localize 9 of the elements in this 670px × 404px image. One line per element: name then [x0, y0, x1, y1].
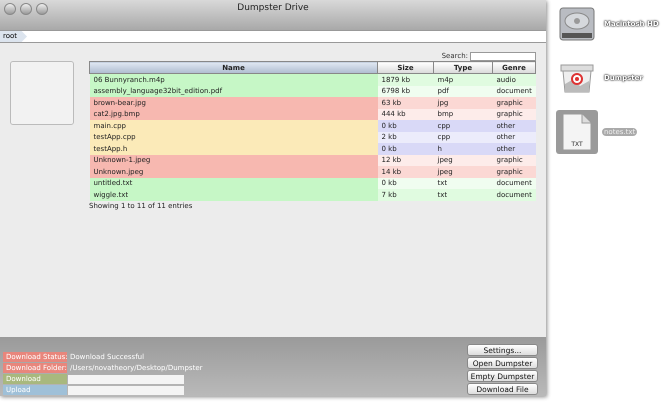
- minimize-button[interactable]: [20, 3, 32, 15]
- search-field[interactable]: [470, 52, 536, 60]
- document-icon[interactable]: [562, 113, 592, 151]
- hard-drive-icon[interactable]: [558, 6, 596, 42]
- preview-panel: [10, 61, 74, 125]
- window-title: Dumpster Drive: [237, 3, 309, 13]
- trash-bin-icon[interactable]: [558, 62, 596, 94]
- zoom-button[interactable]: [36, 3, 48, 15]
- close-button[interactable]: [4, 3, 16, 15]
